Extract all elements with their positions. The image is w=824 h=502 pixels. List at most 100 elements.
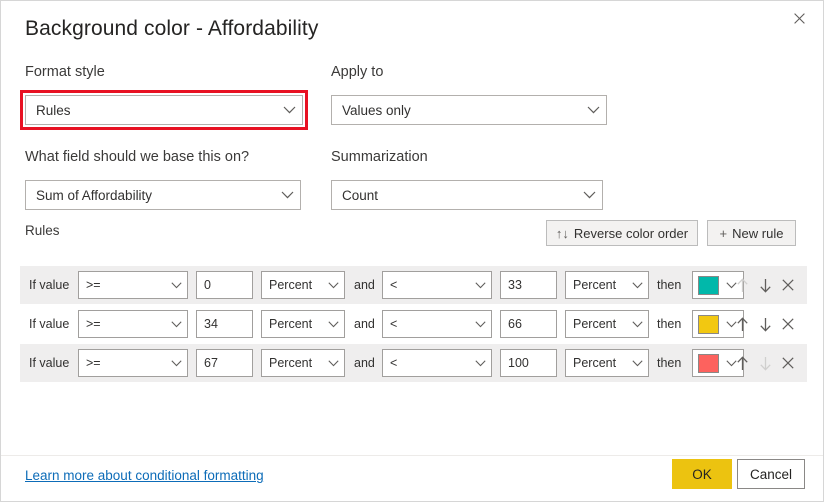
min-value-input[interactable] [196,349,253,377]
if-value-label: If value [29,356,69,370]
delete-rule-button[interactable] [779,314,797,334]
min-operator-value: >= [79,317,165,331]
table-row: If value >= Percent and < Percent then [20,305,807,343]
min-value-input[interactable] [196,310,253,338]
reverse-order-icon: ↑↓ [556,227,569,240]
base-field-value: Sum of Affordability [26,188,274,203]
summarization-value: Count [332,188,576,203]
close-icon [782,279,794,291]
close-icon[interactable] [777,2,822,34]
arrow-down-icon [759,278,772,293]
max-value-input[interactable] [500,349,557,377]
learn-more-link[interactable]: Learn more about conditional formatting [25,468,264,483]
min-operator-dropdown[interactable]: >= [78,271,188,299]
move-rule-down-button[interactable] [756,314,774,334]
reverse-color-order-label: Reverse color order [574,226,688,241]
close-icon [782,357,794,369]
color-swatch [698,354,719,373]
chevron-down-icon [322,321,344,328]
min-operator-dropdown[interactable]: >= [78,310,188,338]
and-label: and [354,356,375,370]
arrow-up-icon [736,356,749,371]
then-label: then [657,317,681,331]
max-unit-dropdown[interactable]: Percent [565,310,649,338]
conditional-formatting-dialog: Background color - Affordability Format … [0,0,824,502]
move-rule-up-button[interactable] [733,314,751,334]
arrow-down-icon [759,356,772,371]
footer-divider [1,455,823,456]
move-rule-up-button[interactable] [733,353,751,373]
delete-rule-button[interactable] [779,353,797,373]
chevron-down-icon [580,106,606,114]
max-operator-dropdown[interactable]: < [382,271,492,299]
max-unit-value: Percent [566,278,626,292]
min-unit-dropdown[interactable]: Percent [261,310,345,338]
if-value-label: If value [29,317,69,331]
max-value-input[interactable] [500,271,557,299]
ok-button[interactable]: OK [672,459,732,489]
format-style-value: Rules [26,103,276,118]
apply-to-value: Values only [332,103,580,118]
move-rule-up-button[interactable] [733,275,751,295]
chevron-down-icon [274,191,300,199]
format-style-label: Format style [25,64,105,80]
min-unit-value: Percent [262,356,322,370]
min-operator-value: >= [79,356,165,370]
then-label: then [657,356,681,370]
min-unit-value: Percent [262,278,322,292]
delete-rule-button[interactable] [779,275,797,295]
chevron-down-icon [322,282,344,289]
close-icon-glyph [794,13,805,24]
summarization-label: Summarization [331,149,428,165]
chevron-down-icon [322,360,344,367]
max-operator-dropdown[interactable]: < [382,349,492,377]
max-operator-value: < [383,356,469,370]
cancel-button[interactable]: Cancel [737,459,805,489]
arrow-up-icon [736,278,749,293]
apply-to-dropdown[interactable]: Values only [331,95,607,125]
dialog-title: Background color - Affordability [25,17,318,41]
and-label: and [354,317,375,331]
chevron-down-icon [469,360,491,367]
format-style-dropdown[interactable]: Rules [25,95,303,125]
move-rule-down-button[interactable] [756,275,774,295]
min-unit-value: Percent [262,317,322,331]
arrow-down-icon [759,317,772,332]
max-unit-dropdown[interactable]: Percent [565,271,649,299]
color-swatch [698,315,719,334]
chevron-down-icon [165,282,187,289]
min-operator-value: >= [79,278,165,292]
and-label: and [354,278,375,292]
max-operator-dropdown[interactable]: < [382,310,492,338]
base-field-dropdown[interactable]: Sum of Affordability [25,180,301,210]
chevron-down-icon [626,321,648,328]
table-row: If value >= Percent and < Percent then [20,266,807,304]
max-value-input[interactable] [500,310,557,338]
apply-to-label: Apply to [331,64,383,80]
max-unit-value: Percent [566,317,626,331]
then-label: then [657,278,681,292]
reverse-color-order-button[interactable]: ↑↓ Reverse color order [546,220,698,246]
chevron-down-icon [165,321,187,328]
max-operator-value: < [383,317,469,331]
min-unit-dropdown[interactable]: Percent [261,349,345,377]
arrow-up-icon [736,317,749,332]
summarization-dropdown[interactable]: Count [331,180,603,210]
chevron-down-icon [576,191,602,199]
min-operator-dropdown[interactable]: >= [78,349,188,377]
min-unit-dropdown[interactable]: Percent [261,271,345,299]
min-value-input[interactable] [196,271,253,299]
rules-section-label: Rules [25,223,60,238]
chevron-down-icon [165,360,187,367]
chevron-down-icon [276,106,302,114]
chevron-down-icon [469,321,491,328]
max-unit-dropdown[interactable]: Percent [565,349,649,377]
chevron-down-icon [626,360,648,367]
base-field-label: What field should we base this on? [25,149,249,165]
chevron-down-icon [469,282,491,289]
move-rule-down-button[interactable] [756,353,774,373]
chevron-down-icon [626,282,648,289]
close-icon [782,318,794,330]
max-operator-value: < [383,278,469,292]
new-rule-button[interactable]: + New rule [707,220,796,246]
